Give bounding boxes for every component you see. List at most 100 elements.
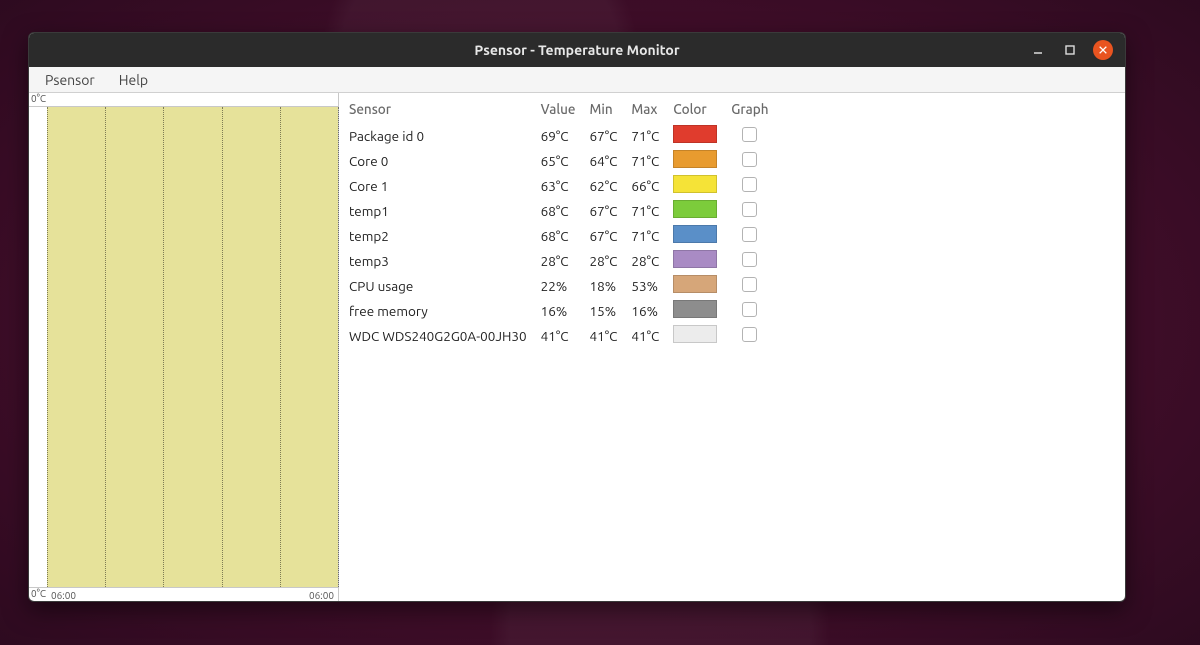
color-swatch[interactable]: [673, 325, 717, 343]
menubar: Psensor Help: [29, 67, 1125, 93]
sensor-graph-cell: [727, 248, 778, 273]
menu-help[interactable]: Help: [109, 70, 158, 90]
graph-axis-top: 0°C: [29, 93, 338, 107]
sensor-name: Core 0: [345, 148, 537, 173]
col-max[interactable]: Max: [627, 97, 669, 123]
sensor-graph-cell: [727, 323, 778, 348]
graph-checkbox[interactable]: [742, 202, 757, 217]
sensor-value: 41°C: [537, 323, 586, 348]
temperature-graph[interactable]: [47, 107, 338, 587]
sensor-graph-cell: [727, 123, 778, 148]
sensor-color-cell[interactable]: [669, 298, 727, 323]
sensor-name: temp2: [345, 223, 537, 248]
sensor-graph-cell: [727, 148, 778, 173]
maximize-button[interactable]: [1061, 41, 1079, 59]
graph-checkbox[interactable]: [742, 277, 757, 292]
close-button[interactable]: [1093, 40, 1113, 60]
table-row[interactable]: temp268°C67°C71°C: [345, 223, 779, 248]
sensor-max: 16%: [627, 298, 669, 323]
sensor-color-cell[interactable]: [669, 273, 727, 298]
sensor-name: free memory: [345, 298, 537, 323]
col-graph[interactable]: Graph: [727, 97, 778, 123]
sensor-min: 15%: [586, 298, 628, 323]
col-min[interactable]: Min: [586, 97, 628, 123]
sensor-color-cell[interactable]: [669, 198, 727, 223]
menu-psensor[interactable]: Psensor: [35, 70, 105, 90]
graph-checkbox[interactable]: [742, 252, 757, 267]
minimize-button[interactable]: [1029, 41, 1047, 59]
table-row[interactable]: temp328°C28°C28°C: [345, 248, 779, 273]
sensor-graph-cell: [727, 273, 778, 298]
col-value[interactable]: Value: [537, 97, 586, 123]
app-window: Psensor - Temperature Monitor Psensor He…: [28, 32, 1126, 602]
sensor-value: 68°C: [537, 223, 586, 248]
col-color[interactable]: Color: [669, 97, 727, 123]
x-axis-left-label: 06:00: [51, 590, 76, 601]
sensor-max: 71°C: [627, 198, 669, 223]
color-swatch[interactable]: [673, 275, 717, 293]
graph-checkbox[interactable]: [742, 302, 757, 317]
table-row[interactable]: temp168°C67°C71°C: [345, 198, 779, 223]
sensor-value: 68°C: [537, 198, 586, 223]
color-swatch[interactable]: [673, 300, 717, 318]
sensor-name: WDC WDS240G2G0A-00JH30: [345, 323, 537, 348]
sensor-max: 66°C: [627, 173, 669, 198]
sensor-color-cell[interactable]: [669, 148, 727, 173]
table-row[interactable]: free memory16%15%16%: [345, 298, 779, 323]
table-row[interactable]: WDC WDS240G2G0A-00JH3041°C41°C41°C: [345, 323, 779, 348]
window-title: Psensor - Temperature Monitor: [474, 42, 679, 58]
sensor-color-cell[interactable]: [669, 223, 727, 248]
graph-checkbox[interactable]: [742, 177, 757, 192]
titlebar[interactable]: Psensor - Temperature Monitor: [29, 33, 1125, 67]
sensor-graph-cell: [727, 173, 778, 198]
table-row[interactable]: Package id 069°C67°C71°C: [345, 123, 779, 148]
sensor-color-cell[interactable]: [669, 248, 727, 273]
sensor-max: 71°C: [627, 123, 669, 148]
sensor-min: 41°C: [586, 323, 628, 348]
sensor-color-cell[interactable]: [669, 323, 727, 348]
graph-checkbox[interactable]: [742, 152, 757, 167]
sensor-value: 63°C: [537, 173, 586, 198]
graph-pane: 0°C 0°C 06:00 06:00: [29, 93, 339, 601]
sensor-min: 18%: [586, 273, 628, 298]
sensor-max: 71°C: [627, 223, 669, 248]
graph-checkbox[interactable]: [742, 227, 757, 242]
sensor-pane: Sensor Value Min Max Color Graph Package…: [339, 93, 1125, 601]
sensor-graph-cell: [727, 198, 778, 223]
sensor-min: 64°C: [586, 148, 628, 173]
table-header-row: Sensor Value Min Max Color Graph: [345, 97, 779, 123]
table-row[interactable]: Core 065°C64°C71°C: [345, 148, 779, 173]
color-swatch[interactable]: [673, 125, 717, 143]
x-axis-right-label: 06:00: [309, 590, 334, 601]
sensor-max: 71°C: [627, 148, 669, 173]
table-row[interactable]: CPU usage22%18%53%: [345, 273, 779, 298]
sensor-name: Package id 0: [345, 123, 537, 148]
y-axis-bottom-label: 0°C: [31, 588, 46, 599]
color-swatch[interactable]: [673, 200, 717, 218]
graph-checkbox[interactable]: [742, 127, 757, 142]
sensor-name: CPU usage: [345, 273, 537, 298]
table-row[interactable]: Core 163°C62°C66°C: [345, 173, 779, 198]
content-area: 0°C 0°C 06:00 06:00: [29, 93, 1125, 601]
color-swatch[interactable]: [673, 175, 717, 193]
sensor-min: 28°C: [586, 248, 628, 273]
sensor-value: 69°C: [537, 123, 586, 148]
sensor-value: 65°C: [537, 148, 586, 173]
sensor-color-cell[interactable]: [669, 173, 727, 198]
sensor-value: 16%: [537, 298, 586, 323]
sensor-min: 67°C: [586, 198, 628, 223]
y-axis-top-label: 0°C: [31, 93, 46, 104]
graph-checkbox[interactable]: [742, 327, 757, 342]
sensor-graph-cell: [727, 298, 778, 323]
col-sensor[interactable]: Sensor: [345, 97, 537, 123]
color-swatch[interactable]: [673, 225, 717, 243]
sensor-min: 62°C: [586, 173, 628, 198]
sensor-name: temp3: [345, 248, 537, 273]
color-swatch[interactable]: [673, 150, 717, 168]
sensor-min: 67°C: [586, 223, 628, 248]
sensor-max: 28°C: [627, 248, 669, 273]
sensor-color-cell[interactable]: [669, 123, 727, 148]
sensor-value: 28°C: [537, 248, 586, 273]
sensor-value: 22%: [537, 273, 586, 298]
color-swatch[interactable]: [673, 250, 717, 268]
